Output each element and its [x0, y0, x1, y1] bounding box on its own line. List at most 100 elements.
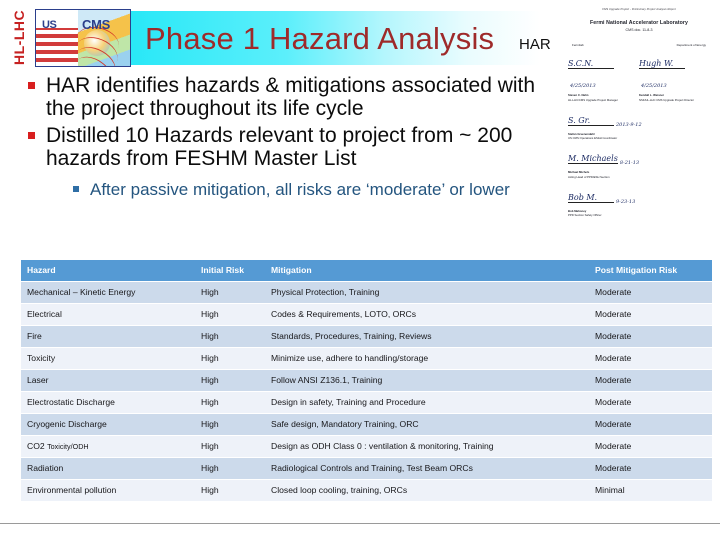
hazard-name: Cryogenic Discharge — [27, 419, 107, 429]
hazard-name: CO2 — [27, 441, 48, 451]
document-organization: Fermi National Accelerator Laboratory — [589, 20, 689, 26]
cell-initial-risk: High — [195, 348, 265, 369]
signature-block: Bob M. 9-23-13 Bob Mahoney PPD Section Sa… — [568, 190, 710, 217]
hazard-name: Electrostatic Discharge — [27, 397, 115, 407]
cell-post-mitigation-risk: Moderate — [589, 304, 712, 325]
table-row: Fire High Standards, Procedures, Trainin… — [21, 326, 712, 347]
cell-hazard: Mechanical – Kinetic Energy — [21, 282, 195, 303]
bullet-item-level3: After passive mitigation, all risks are … — [70, 180, 536, 200]
table-row: Electrostatic Discharge High Design in s… — [21, 392, 712, 413]
page-title: Phase 1 Hazard Analysis — [145, 21, 495, 56]
cell-hazard: Laser — [21, 370, 195, 391]
hazard-name: Radiation — [27, 463, 64, 473]
cell-post-mitigation-risk: Moderate — [589, 436, 712, 457]
cell-post-mitigation-risk: Moderate — [589, 414, 712, 435]
table-body: Mechanical – Kinetic Energy High Physica… — [21, 282, 712, 501]
hazard-name: Fire — [27, 331, 42, 341]
signature-date: 8-21-13 — [619, 160, 640, 166]
column-header-hazard: Hazard — [21, 260, 195, 281]
signature-mark: S. Gr. — [568, 116, 614, 126]
signatory-role: US CMS Operations ES&H Coordinator — [568, 136, 618, 140]
us-cms-logo-icon: US CMS — [35, 9, 131, 67]
cell-mitigation: Minimize use, adhere to handling/storage — [265, 348, 589, 369]
cell-initial-risk: High — [195, 414, 265, 435]
signature-block: S. Gr. 2013-9-12 Stefan Gruenendahl US CM… — [568, 113, 710, 140]
signatory-role: PPD Section Safety Officer — [568, 213, 602, 217]
signatory-name: Kendall L. Weisner — [639, 93, 664, 97]
signature-block: S.C.N. 4/25/2013 Steven C. Nahn HL-LHC/CM… — [568, 56, 639, 102]
cell-initial-risk: High — [195, 326, 265, 347]
hazard-name-suffix: Toxicity/ODH — [47, 442, 89, 451]
table-header-row: Hazard Initial Risk Mitigation Post Miti… — [21, 260, 712, 281]
signature-mark: M. Michaels — [568, 154, 618, 164]
document-left-column-label: Fermilab — [572, 43, 584, 47]
cell-initial-risk: High — [195, 304, 265, 325]
cell-mitigation: Follow ANSI Z136.1, Training — [265, 370, 589, 391]
document-number: CMS doc. 11-8-3 — [625, 28, 653, 32]
column-header-mitigation: Mitigation — [265, 260, 589, 281]
table-row: Laser High Follow ANSI Z136.1, Training … — [21, 370, 712, 391]
cell-post-mitigation-risk: Moderate — [589, 282, 712, 303]
column-header-post-mitigation-risk: Post Mitigation Risk — [589, 260, 712, 281]
cell-hazard: Electrical — [21, 304, 195, 325]
hl-lhc-wordmark: HL-LHC — [11, 9, 27, 65]
bullet-item-level1: HAR identifies hazards & mitigations ass… — [24, 74, 536, 120]
signature-mark: Hugh W. — [639, 59, 685, 69]
cell-mitigation: Design in safety, Training and Procedure — [265, 392, 589, 413]
signatory-role: Acting Head of PPD/ESH Section — [568, 174, 610, 179]
cell-post-mitigation-risk: Moderate — [589, 326, 712, 347]
cell-hazard: Cryogenic Discharge — [21, 414, 195, 435]
hazard-name: Mechanical – Kinetic Energy — [27, 287, 136, 297]
cell-hazard: Fire — [21, 326, 195, 347]
signature-block: M. Michaels 8-21-13 Michael Michels Actin… — [568, 151, 710, 179]
signatory-role: NSF/HL-LHC CMS Upgrade Project Director — [639, 97, 695, 102]
table-row: Cryogenic Discharge High Safe design, Ma… — [21, 414, 712, 435]
hazard-name: Environmental pollution — [27, 485, 117, 495]
hazard-name: Toxicity — [27, 353, 56, 363]
cell-initial-risk: High — [195, 458, 265, 479]
cell-mitigation: Codes & Requirements, LOTO, ORCs — [265, 304, 589, 325]
cms-label: CMS — [82, 17, 110, 32]
signatory-role: HL-LHC/CMS Upgrade Project Manager — [568, 97, 618, 102]
har-document-scan: CMS Upgrade Project - Preliminary Projec… — [560, 3, 718, 251]
table-row: Environmental pollution High Closed loop… — [21, 480, 712, 501]
table-row: Mechanical – Kinetic Energy High Physica… — [21, 282, 712, 303]
cell-mitigation: Closed loop cooling, training, ORCs — [265, 480, 589, 501]
table-row: CO2 Toxicity/ODH High Design as ODH Clas… — [21, 436, 712, 457]
cell-mitigation: Physical Protection, Training — [265, 282, 589, 303]
signatory-name: Michael Michels — [568, 170, 590, 174]
signature-date: 4/25/2013 — [570, 83, 596, 89]
cell-hazard: Radiation — [21, 458, 195, 479]
cell-hazard: CO2 Toxicity/ODH — [21, 436, 195, 457]
signature-mark: Bob M. — [568, 193, 614, 203]
hazard-name: Electrical — [27, 309, 62, 319]
cell-post-mitigation-risk: Moderate — [589, 370, 712, 391]
hl-lhc-uscms-logo: HL-LHC US CMS — [9, 6, 131, 68]
bullet-list: HAR identifies hazards & mitigations ass… — [24, 74, 536, 200]
cell-mitigation: Safe design, Mandatory Training, ORC — [265, 414, 589, 435]
table-row: Radiation High Radiological Controls and… — [21, 458, 712, 479]
cell-initial-risk: High — [195, 370, 265, 391]
cell-mitigation: Radiological Controls and Training, Test… — [265, 458, 589, 479]
signature-block: Hugh W. 4/25/2013 Kendall L. Weisner NSF/… — [639, 56, 710, 102]
signature-mark: S.C.N. — [568, 59, 614, 69]
cell-post-mitigation-risk: Moderate — [589, 348, 712, 369]
cell-initial-risk: High — [195, 436, 265, 457]
cell-post-mitigation-risk: Moderate — [589, 392, 712, 413]
footer-divider — [0, 523, 720, 524]
cell-mitigation: Standards, Procedures, Training, Reviews — [265, 326, 589, 347]
signature-date: 4/25/2013 — [641, 83, 667, 89]
hazard-name: Laser — [27, 375, 49, 385]
signature-date: 2013-9-12 — [616, 121, 642, 128]
cell-post-mitigation-risk: Moderate — [589, 458, 712, 479]
us-label: US — [42, 19, 57, 31]
document-right-column-label: Department of Energy — [676, 43, 706, 47]
table-row: Electrical High Codes & Requirements, LO… — [21, 304, 712, 325]
cell-hazard: Toxicity — [21, 348, 195, 369]
column-header-initial-risk: Initial Risk — [195, 260, 265, 281]
table-row: Toxicity High Minimize use, adhere to ha… — [21, 348, 712, 369]
cell-hazard: Environmental pollution — [21, 480, 195, 501]
cell-initial-risk: High — [195, 282, 265, 303]
cell-post-mitigation-risk: Minimal — [589, 480, 712, 501]
cell-hazard: Electrostatic Discharge — [21, 392, 195, 413]
